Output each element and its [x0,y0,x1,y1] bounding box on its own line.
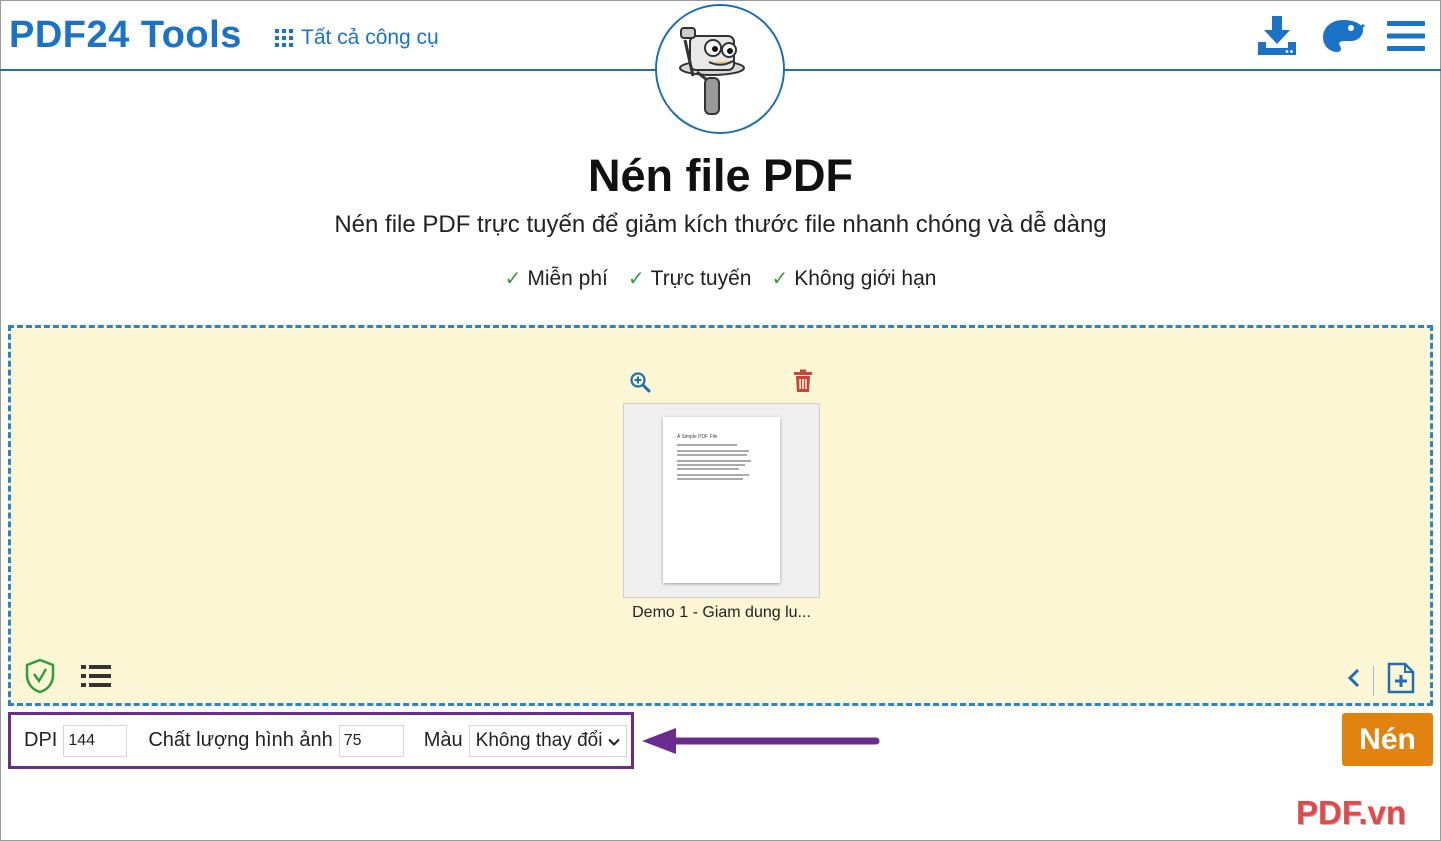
feature-item: ✓ Miễn phí [505,266,608,291]
feature-item: ✓ Trực tuyến [628,266,752,291]
list-view-icon[interactable] [81,664,111,693]
file-card[interactable]: A Simple PDF File Demo 1 - Giam dung lu.… [623,368,820,621]
image-quality-input[interactable] [338,724,404,757]
grid-icon [275,29,293,47]
color-select[interactable]: Không thay đổi [468,724,628,757]
file-dropzone[interactable]: A Simple PDF File Demo 1 - Giam dung lu.… [8,325,1433,706]
mascot-logo[interactable] [655,4,785,134]
site-watermark: PDF.vn [1296,794,1407,831]
chevron-left-icon[interactable] [1347,667,1361,694]
pdf-page-preview: A Simple PDF File [663,417,780,583]
color-label: Màu [423,729,463,751]
check-icon: ✓ [627,268,645,290]
image-quality-label: Chất lượng hình ảnh [148,729,333,751]
page-title: Nén file PDF [587,150,854,201]
brand-logo-text[interactable]: PDF24 Tools [9,14,242,57]
all-tools-label: Tất cả công cụ [301,26,439,49]
file-card-toolbar [623,368,820,404]
feature-label: Không giới hạn [794,266,937,290]
feature-item: ✓ Không giới hạn [771,266,936,291]
trash-icon[interactable] [793,369,813,398]
check-icon: ✓ [504,268,522,290]
add-file-icon[interactable] [1386,662,1416,699]
check-icon: ✓ [771,268,789,290]
dpi-input[interactable] [63,724,128,757]
page-subtitle: Nén file PDF trực tuyến để giảm kích thư… [334,211,1107,238]
feature-label: Trực tuyến [650,266,752,290]
color-select-value: Không thay đổi [475,729,603,751]
download-app-icon[interactable] [1255,14,1299,58]
dpi-label: DPI [24,729,58,751]
shield-check-icon[interactable] [25,658,55,699]
header-icons [1255,14,1425,58]
file-name: Demo 1 - Giam dung lu... [632,604,811,621]
chevron-down-icon [608,730,621,752]
compression-options: DPI Chất lượng hình ảnh Màu Không thay đ… [8,712,634,769]
dropzone-right-tools [1347,662,1416,699]
zoom-in-icon[interactable] [629,371,651,398]
palette-icon[interactable] [1321,14,1365,58]
compress-button[interactable]: Nén [1342,713,1433,766]
preview-title: A Simple PDF File [677,434,718,440]
file-thumbnail[interactable]: A Simple PDF File [623,403,820,598]
all-tools-link[interactable]: Tất cả công cụ [275,26,439,50]
dropzone-left-tools [25,658,111,699]
annotation-arrow-icon [640,727,880,762]
feature-list: ✓ Miễn phí ✓ Trực tuyến ✓ Không giới hạn [0,266,1441,291]
hamburger-menu-icon[interactable] [1387,14,1425,58]
feature-label: Miễn phí [527,266,608,290]
toolbar-divider [1373,665,1374,696]
